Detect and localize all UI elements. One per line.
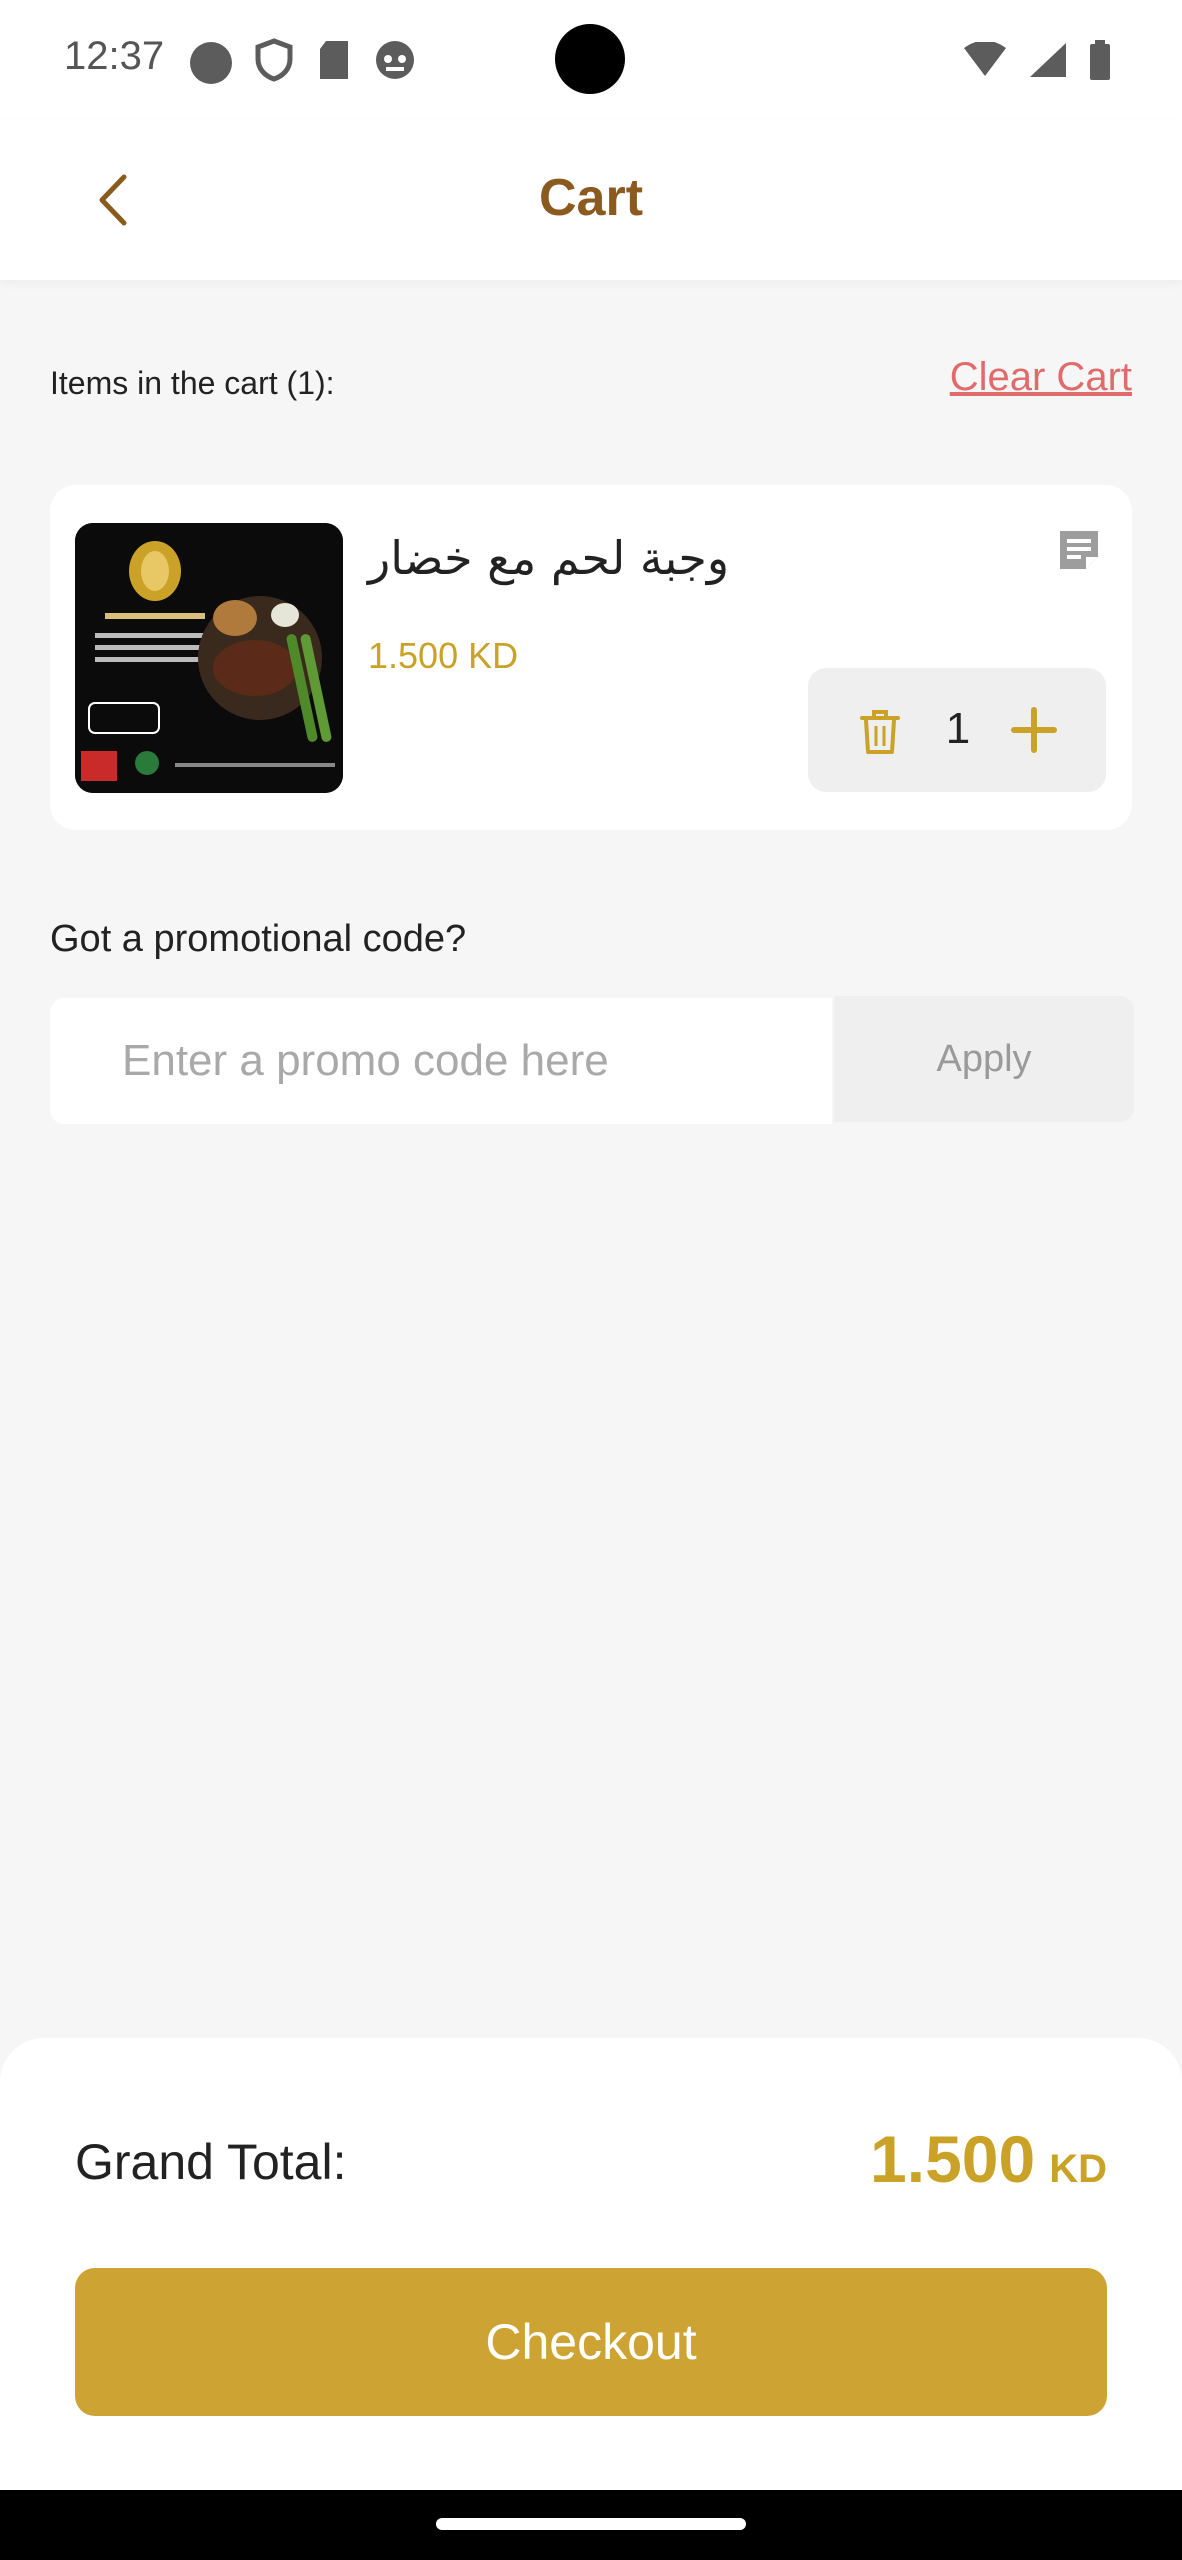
grand-total-label: Grand Total: [75, 2134, 347, 2190]
status-time: 12:37 [64, 34, 165, 78]
promo-code-label: Got a promotional code? [50, 918, 467, 960]
item-price: 1.500 KD [368, 635, 519, 676]
signal-icon [1028, 41, 1068, 84]
grand-total-amount: 1.500 KD [870, 2121, 1107, 2197]
quantity-stepper: 1 [808, 668, 1106, 792]
wifi-icon [962, 40, 1008, 83]
note-icon[interactable] [1056, 527, 1102, 573]
system-status-icons [962, 40, 1112, 85]
sd-card-icon [316, 39, 352, 86]
status-bar: 12:37 [0, 0, 1182, 120]
bot-face-icon [374, 39, 416, 86]
camera-cutout [555, 24, 625, 94]
checkout-button[interactable]: Checkout [75, 2268, 1107, 2416]
grand-total-currency: KD [1049, 2147, 1107, 2191]
increase-quantity-button[interactable] [1006, 702, 1062, 758]
app-bar: Cart [0, 120, 1182, 280]
cart-item-card: وجبة لحم مع خضار 1.500 KD 1 [50, 485, 1132, 830]
item-name: وجبة لحم مع خضار [368, 531, 730, 585]
shield-icon [254, 38, 294, 87]
apply-promo-button[interactable]: Apply [834, 996, 1134, 1122]
page-title: Cart [538, 169, 644, 227]
grand-total-value: 1.500 [870, 2122, 1036, 2196]
notification-icons [190, 38, 416, 87]
items-count-label: Items in the cart (1): [50, 365, 335, 401]
home-gesture-handle[interactable] [436, 2518, 746, 2530]
trash-icon [860, 710, 900, 754]
product-image [75, 523, 343, 793]
clear-cart-link[interactable]: Clear Cart [950, 355, 1132, 400]
quantity-value: 1 [945, 704, 971, 753]
checkout-panel: Grand Total: 1.500 KD Checkout [0, 2038, 1182, 2490]
battery-icon [1088, 40, 1112, 85]
promo-code-input[interactable] [50, 998, 832, 1124]
delete-item-button[interactable] [858, 708, 902, 756]
plus-icon [1011, 707, 1057, 753]
circle-notification-icon [190, 41, 232, 84]
